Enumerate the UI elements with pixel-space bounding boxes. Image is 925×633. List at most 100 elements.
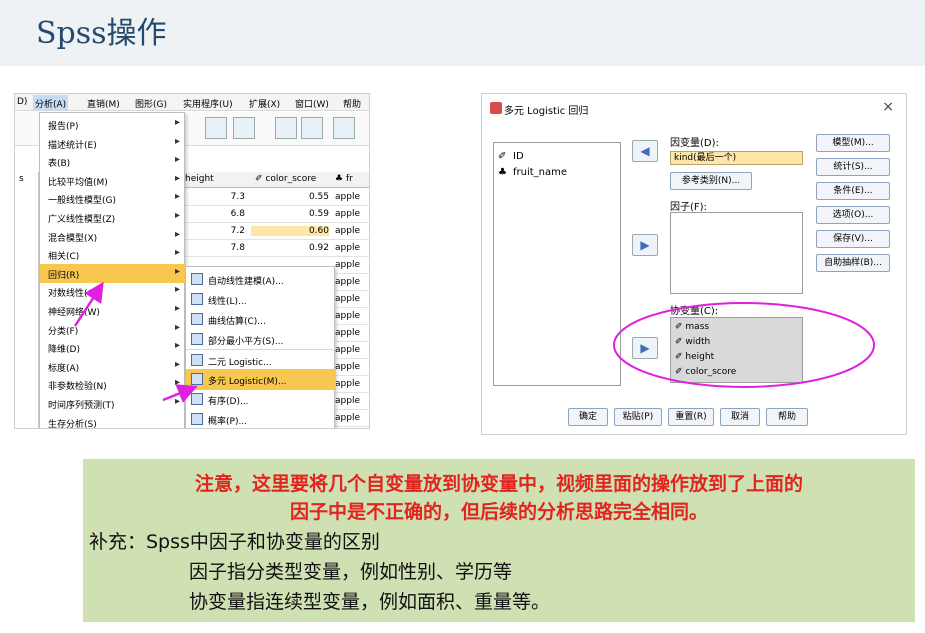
table-cell[interactable]: apple	[335, 396, 369, 406]
menu-item-label: 描述统计(E)	[48, 140, 97, 151]
analyze-menu-item[interactable]: 混合模型(X) ▸	[40, 227, 186, 246]
menubar-item-partial[interactable]: D)	[17, 97, 27, 107]
table-cell[interactable]: 0.92	[251, 243, 329, 253]
variables-icon[interactable]	[205, 117, 227, 139]
analyze-menu-item[interactable]: 对数线性(O) ▸	[40, 282, 186, 301]
menubar-item-analyze[interactable]: 分析(A)	[33, 95, 69, 110]
close-icon[interactable]: ×	[882, 99, 894, 115]
table-cell[interactable]: apple	[335, 362, 369, 372]
submenu-item-label: 部分最小平方(S)...	[208, 337, 284, 347]
submenu-item-label: 概率(P)...	[208, 417, 248, 427]
grid-icon[interactable]	[333, 117, 355, 139]
analyze-menu-item[interactable]: 相关(C) ▸	[40, 245, 186, 264]
menubar-item-window[interactable]: 窗口(W)	[295, 97, 329, 110]
table-cell[interactable]: apple	[335, 379, 369, 389]
menubar-item-graphs[interactable]: 图形(G)	[135, 97, 167, 110]
ok-button[interactable]: 确定	[568, 408, 608, 426]
statistics-button[interactable]: 统计(S)...	[816, 158, 890, 176]
options-button[interactable]: 选项(O)...	[816, 206, 890, 224]
submenu-item-label: 曲线估算(C)...	[208, 317, 266, 327]
analyze-menu-item[interactable]: 非参数检验(N) ▸	[40, 375, 186, 394]
table-cell[interactable]: 7.8	[185, 243, 245, 253]
menubar-item-utilities[interactable]: 实用程序(U)	[183, 97, 233, 110]
dialog-app-icon	[490, 102, 502, 114]
regression-method-icon	[191, 373, 203, 385]
help-button[interactable]: 帮助	[766, 408, 808, 426]
regression-submenu-item[interactable]: 曲线估算(C)...	[186, 309, 336, 330]
chart-icon[interactable]	[233, 117, 255, 139]
col-header-fruit[interactable]: ♣ fr	[335, 174, 353, 184]
menu-item-label: 时间序列预测(T)	[48, 401, 115, 411]
bootstrap-button[interactable]: 自助抽样(B)...	[816, 254, 890, 272]
save-button[interactable]: 保存(V)...	[816, 230, 890, 248]
analyze-menu-item[interactable]: 标度(A) ▸	[40, 357, 186, 376]
table-cell[interactable]: 7.2	[185, 226, 245, 236]
submenu-arrow-icon: ▸	[174, 340, 180, 352]
variable-item-fruit-name[interactable]: ♣ fruit_name	[498, 167, 567, 178]
table-cell[interactable]: apple	[335, 311, 369, 321]
factor-list[interactable]	[670, 212, 803, 294]
table-cell[interactable]: apple	[335, 260, 369, 270]
menubar-item-extensions[interactable]: 扩展(X)	[249, 97, 280, 110]
scale-icon[interactable]	[301, 117, 323, 139]
regression-submenu-item[interactable]: 自动线性建模(A)...	[186, 269, 336, 290]
table-cell[interactable]: apple	[335, 226, 369, 236]
analyze-menu-item[interactable]: 生存分析(S)	[40, 413, 186, 428]
move-to-dependent-button[interactable]: ◀	[632, 140, 658, 162]
analyze-menu-item[interactable]: 降维(D) ▸	[40, 338, 186, 357]
table-cell[interactable]: 0.55	[251, 192, 329, 202]
table-cell[interactable]: apple	[335, 345, 369, 355]
table-cell[interactable]: apple	[335, 413, 369, 423]
analyze-menu-item[interactable]: 描述统计(E) ▸	[40, 134, 186, 153]
model-button[interactable]: 模型(M)...	[816, 134, 890, 152]
reference-category-button[interactable]: 参考类别(N)...	[670, 172, 752, 190]
cancel-button[interactable]: 取消	[720, 408, 760, 426]
submenu-arrow-icon: ▸	[174, 117, 180, 128]
table-cell[interactable]: apple	[335, 328, 369, 338]
regression-submenu-item[interactable]: 线性(L)...	[186, 289, 336, 310]
table-icon[interactable]	[275, 117, 297, 139]
regression-submenu-item[interactable]: 多元 Logistic(M)...	[186, 369, 336, 390]
analyze-menu-item[interactable]: 表(B) ▸	[40, 152, 186, 171]
table-cell[interactable]: apple	[335, 192, 369, 202]
table-cell[interactable]: 0.59	[251, 209, 329, 219]
submenu-item-label: 线性(L)...	[208, 297, 247, 307]
scale-variable-icon: ✐	[498, 151, 507, 162]
submenu-arrow-icon: ▸	[174, 135, 180, 147]
regression-submenu-item[interactable]: 概率(P)...	[186, 409, 336, 428]
submenu-arrow-icon: ▸	[174, 154, 180, 166]
menubar-item-help[interactable]: 帮助	[343, 97, 361, 110]
col-header-height[interactable]: height	[185, 174, 214, 184]
analyze-menu-item[interactable]: 分类(F) ▸	[40, 320, 186, 339]
analyze-menu-item[interactable]: 广义线性模型(Z) ▸	[40, 208, 186, 227]
submenu-arrow-icon: ▸	[174, 265, 180, 277]
analyze-menu-item[interactable]: 一般线性模型(G) ▸	[40, 189, 186, 208]
analyze-menu-item[interactable]: 时间序列预测(T) ▸	[40, 394, 186, 413]
regression-submenu-item[interactable]: 有序(D)...	[186, 389, 336, 410]
submenu-arrow-icon: ▸	[174, 210, 180, 221]
table-cell[interactable]: apple	[335, 294, 369, 304]
regression-submenu-item[interactable]: 部分最小平方(S)...	[186, 329, 336, 350]
analyze-menu-item[interactable]: 神经网络(W) ▸	[40, 301, 186, 320]
col-header-color-score[interactable]: ✐ color_score	[255, 174, 316, 184]
table-cell[interactable]: 7.3	[185, 192, 245, 202]
variable-list[interactable]: ✐ ID ♣ fruit_name	[493, 142, 621, 386]
table-cell[interactable]: apple	[335, 209, 369, 219]
regression-submenu-item[interactable]: 二元 Logistic...	[186, 349, 336, 370]
menubar-item-direct-marketing[interactable]: 直销(M)	[87, 97, 120, 110]
table-cell[interactable]: apple	[335, 277, 369, 287]
criteria-button[interactable]: 条件(E)...	[816, 182, 890, 200]
grid-header: height ✐ color_score ♣ fr	[175, 172, 369, 188]
analyze-menu-item[interactable]: 回归(R) ▸	[40, 263, 186, 283]
table-cell[interactable]: 6.8	[185, 209, 245, 219]
dependent-field[interactable]: kind(最后一个)	[670, 151, 803, 165]
analyze-menu-item[interactable]: 比较平均值(M) ▸	[40, 171, 186, 190]
move-to-factor-button[interactable]: ▶	[632, 234, 658, 256]
table-cell[interactable]: apple	[335, 243, 369, 253]
reset-button[interactable]: 重置(R)	[668, 408, 714, 426]
analyze-menu-item[interactable]: 报告(P) ▸	[40, 115, 186, 134]
paste-button[interactable]: 粘贴(P)	[614, 408, 662, 426]
table-cell[interactable]: 0.60	[251, 226, 329, 236]
regression-method-icon	[191, 393, 203, 405]
variable-item-id[interactable]: ✐ ID	[498, 151, 524, 162]
